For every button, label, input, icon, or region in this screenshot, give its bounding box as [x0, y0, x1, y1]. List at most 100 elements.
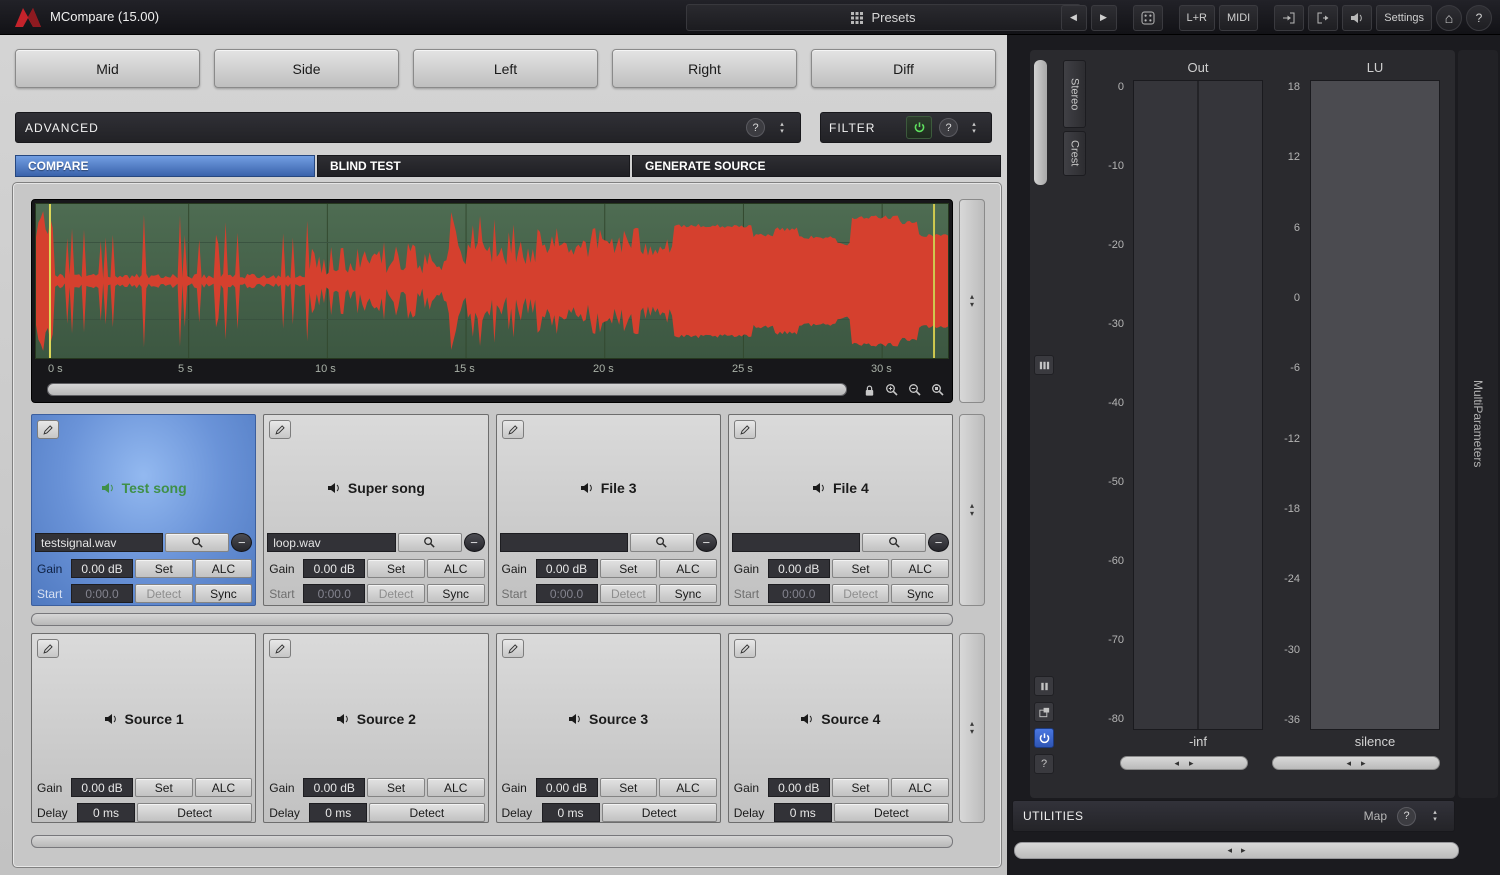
sync-button[interactable]: Sync — [891, 584, 949, 603]
filter-help-button[interactable]: ? — [939, 118, 958, 137]
detect-button[interactable]: Detect — [137, 803, 252, 822]
detect-button[interactable]: Detect — [369, 803, 484, 822]
source-slot-2[interactable]: Source 2 Gain 0.00 dB Set ALC Delay 0 ms… — [263, 633, 488, 823]
tab-blind-test[interactable]: BLIND TEST — [317, 155, 630, 177]
set-button[interactable]: Set — [600, 778, 658, 797]
browse-button[interactable] — [398, 533, 462, 552]
out-meter-range-slider[interactable]: ◂ ▸ — [1120, 756, 1248, 770]
help-button[interactable]: ? — [1466, 5, 1492, 31]
tab-crest[interactable]: Crest — [1063, 131, 1086, 176]
set-button[interactable]: Set — [600, 559, 658, 578]
scrollbar-thumb[interactable] — [48, 384, 846, 395]
gain-value[interactable]: 0.00 dB — [768, 559, 830, 578]
source-slots-scrollbar[interactable] — [31, 835, 953, 848]
detect-button[interactable]: Detect — [834, 803, 949, 822]
set-button[interactable]: Set — [135, 778, 193, 797]
tab-generate-source[interactable]: GENERATE SOURCE — [632, 155, 1001, 177]
waveform-scrollbar[interactable] — [47, 383, 847, 396]
meter-tabs-scrollbar[interactable] — [1034, 60, 1047, 185]
alc-button[interactable]: ALC — [659, 778, 717, 797]
filter-power-button[interactable] — [906, 116, 932, 139]
midi-button[interactable]: MIDI — [1219, 5, 1258, 31]
file-slot-3[interactable]: File 3 − Gain 0.00 dB Set ALC — [496, 414, 721, 606]
export-button[interactable] — [1308, 5, 1338, 31]
sync-button[interactable]: Sync — [659, 584, 717, 603]
gain-value[interactable]: 0.00 dB — [536, 778, 598, 797]
zoom-out-button[interactable] — [906, 382, 924, 398]
waveform-resize-handle[interactable]: ▴ ▾ — [959, 199, 985, 403]
channel-button-mid[interactable]: Mid — [15, 49, 200, 88]
utilities-help-button[interactable]: ? — [1397, 807, 1416, 826]
start-value[interactable]: 0:00.0 — [768, 584, 830, 603]
source-slot-3[interactable]: Source 3 Gain 0.00 dB Set ALC Delay 0 ms… — [496, 633, 721, 823]
alc-button[interactable]: ALC — [891, 778, 949, 797]
advanced-bar[interactable]: ADVANCED ? ▴ ▾ — [15, 112, 801, 143]
waveform-display[interactable] — [35, 203, 949, 359]
start-value[interactable]: 0:00.0 — [303, 584, 365, 603]
file-slots-scrollbar[interactable] — [31, 613, 953, 626]
file-slot-2[interactable]: Super song loop.wav − Gain 0.00 dB Set A… — [263, 414, 488, 606]
prev-preset-button[interactable]: ◀ — [1061, 5, 1087, 31]
utilities-bar[interactable]: UTILITIES Map ? ▴ ▾ — [1012, 800, 1455, 832]
source-slots-resize-handle[interactable]: ▴ ▾ — [959, 633, 985, 823]
start-value[interactable]: 0:00.0 — [71, 584, 133, 603]
channel-mode-button[interactable]: L+R — [1179, 5, 1216, 31]
sidebar-scrollbar[interactable]: ◂ ▸ — [1014, 842, 1459, 859]
browse-button[interactable] — [165, 533, 229, 552]
remove-button[interactable]: − — [231, 533, 252, 552]
zoom-in-button[interactable] — [883, 382, 901, 398]
sync-button[interactable]: Sync — [427, 584, 485, 603]
gain-value[interactable]: 0.00 dB — [71, 778, 133, 797]
home-button[interactable]: ⌂ — [1436, 5, 1462, 31]
meter-style-button[interactable] — [1034, 355, 1054, 375]
remove-button[interactable]: − — [464, 533, 485, 552]
popup-window-button[interactable] — [1034, 702, 1054, 722]
edit-button[interactable] — [37, 639, 59, 658]
map-button[interactable]: Map — [1364, 809, 1387, 823]
filter-collapse-control[interactable]: ▴ ▾ — [965, 117, 983, 139]
presets-button[interactable]: Presets — [686, 4, 1081, 31]
remove-button[interactable]: − — [928, 533, 949, 552]
set-button[interactable]: Set — [832, 559, 890, 578]
import-button[interactable] — [1274, 5, 1304, 31]
alc-button[interactable]: ALC — [195, 559, 253, 578]
alc-button[interactable]: ALC — [427, 559, 485, 578]
source-slot-1[interactable]: Source 1 Gain 0.00 dB Set ALC Delay 0 ms… — [31, 633, 256, 823]
detect-button[interactable]: Detect — [602, 803, 717, 822]
set-button[interactable]: Set — [367, 559, 425, 578]
file-slot-4[interactable]: File 4 − Gain 0.00 dB Set ALC — [728, 414, 953, 606]
scrollbar-thumb[interactable] — [32, 836, 952, 847]
start-value[interactable]: 0:00.0 — [536, 584, 598, 603]
gain-value[interactable]: 0.00 dB — [303, 559, 365, 578]
filename-input[interactable] — [500, 533, 628, 552]
advanced-help-button[interactable]: ? — [746, 118, 765, 137]
edit-button[interactable] — [734, 639, 756, 658]
detect-button[interactable]: Detect — [600, 584, 658, 603]
tab-stereo[interactable]: Stereo — [1063, 60, 1086, 128]
lock-button[interactable] — [860, 382, 878, 398]
alc-button[interactable]: ALC — [659, 559, 717, 578]
detect-button[interactable]: Detect — [367, 584, 425, 603]
meter-help-button[interactable]: ? — [1034, 754, 1054, 774]
alc-button[interactable]: ALC — [891, 559, 949, 578]
browse-button[interactable] — [862, 533, 926, 552]
set-button[interactable]: Set — [832, 778, 890, 797]
lu-meter-range-slider[interactable]: ◂ ▸ — [1272, 756, 1440, 770]
limiter-button[interactable] — [1342, 5, 1372, 31]
edit-button[interactable] — [502, 420, 524, 439]
multiparameters-strip[interactable]: MultiParameters — [1458, 50, 1498, 798]
out-level-meter[interactable] — [1133, 80, 1263, 730]
detect-button[interactable]: Detect — [832, 584, 890, 603]
gain-value[interactable]: 0.00 dB — [303, 778, 365, 797]
channel-button-left[interactable]: Left — [413, 49, 598, 88]
file-slots-resize-handle[interactable]: ▴ ▾ — [959, 414, 985, 606]
gain-value[interactable]: 0.00 dB — [71, 559, 133, 578]
edit-button[interactable] — [269, 639, 291, 658]
sync-button[interactable]: Sync — [195, 584, 253, 603]
scrollbar-thumb[interactable] — [32, 614, 952, 625]
utilities-collapse-control[interactable]: ▴ ▾ — [1426, 805, 1444, 827]
advanced-collapse-control[interactable]: ▴ ▾ — [773, 117, 791, 139]
remove-button[interactable]: − — [696, 533, 717, 552]
set-button[interactable]: Set — [135, 559, 193, 578]
filter-bar[interactable]: FILTER ? ▴ ▾ — [820, 112, 992, 143]
